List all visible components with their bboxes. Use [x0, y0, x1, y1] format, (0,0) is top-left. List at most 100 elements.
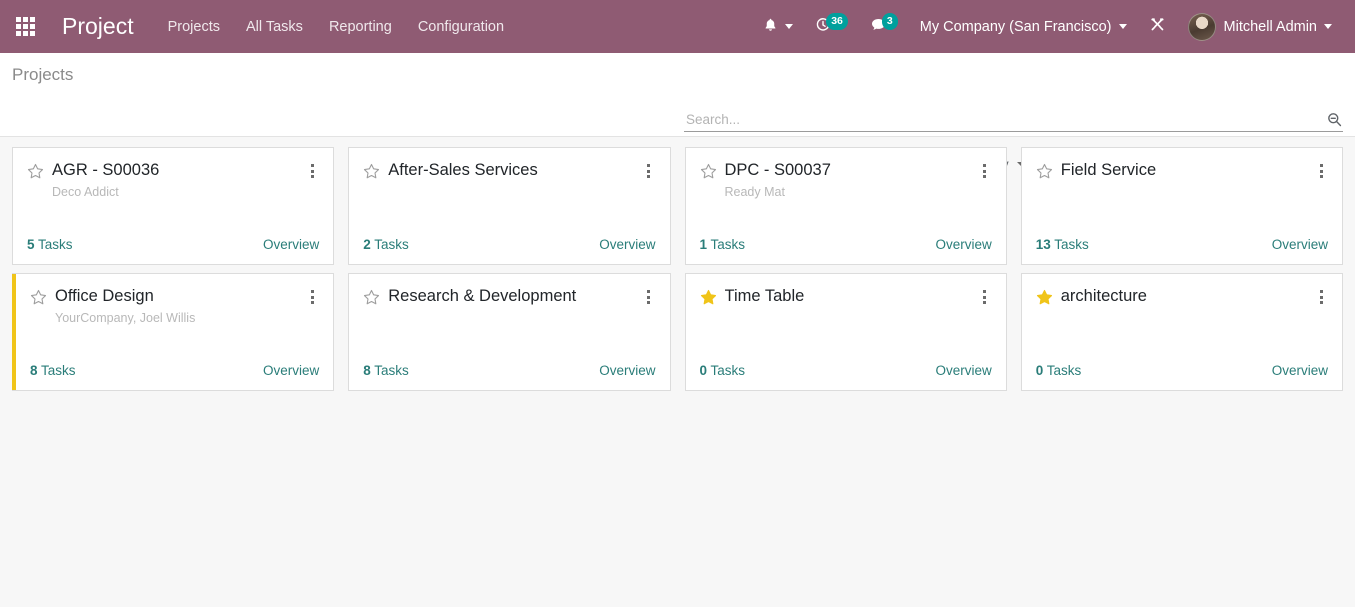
messages-menu[interactable]: 3 [859, 0, 909, 53]
card-overview-link[interactable]: Overview [935, 237, 991, 252]
card-footer: 0 Tasks Overview [1036, 363, 1328, 390]
tools-wrench-icon [1149, 16, 1166, 37]
card-overview-link[interactable]: Overview [263, 237, 319, 252]
card-title[interactable]: After-Sales Services [388, 160, 641, 180]
card-overview-link[interactable]: Overview [599, 363, 655, 378]
card-header: architecture [1036, 286, 1328, 307]
card-tasks-number: 5 [27, 237, 35, 252]
menu-item-configuration[interactable]: Configuration [418, 19, 504, 35]
card-overview-link[interactable]: Overview [935, 363, 991, 378]
card-menu-button[interactable] [978, 287, 992, 307]
card-overview-link[interactable]: Overview [1272, 363, 1328, 378]
star-outline-icon[interactable] [27, 163, 44, 180]
card-tasks-label: Tasks [1043, 363, 1081, 378]
card-footer: 0 Tasks Overview [700, 363, 992, 390]
card-tasks-count[interactable]: 13 Tasks [1036, 237, 1089, 252]
messages-count-badge: 3 [882, 13, 898, 30]
card-tasks-number: 8 [363, 363, 371, 378]
app-brand-title[interactable]: Project [62, 13, 134, 40]
card-overview-link[interactable]: Overview [1272, 237, 1328, 252]
card-tasks-label: Tasks [707, 237, 745, 252]
card-subtitle: YourCompany, Joel Willis [55, 311, 319, 325]
kanban-card[interactable]: architecture 0 Tasks Overview [1021, 273, 1343, 391]
menu-item-projects[interactable]: Projects [168, 19, 220, 35]
card-tasks-count[interactable]: 5 Tasks [27, 237, 73, 252]
apps-grid-icon[interactable] [8, 10, 42, 44]
card-footer: 5 Tasks Overview [27, 237, 319, 264]
search-input[interactable] [684, 112, 1320, 128]
search-view [684, 111, 1343, 132]
navbar-right-tools: 36 3 My Company (San Francisco) [752, 0, 1343, 53]
star-outline-icon[interactable] [30, 289, 47, 306]
card-title[interactable]: architecture [1061, 286, 1314, 306]
card-subtitle: Ready Mat [725, 185, 992, 199]
activities-count-badge: 36 [826, 13, 848, 30]
debug-tools-button[interactable] [1138, 0, 1177, 53]
card-menu-button[interactable] [1314, 287, 1328, 307]
company-switcher[interactable]: My Company (San Francisco) [909, 0, 1138, 53]
kanban-card[interactable]: Office Design YourCompany, Joel Willis 8 T… [12, 273, 334, 391]
chevron-down-icon [1324, 24, 1332, 29]
menu-item-all-tasks[interactable]: All Tasks [246, 19, 303, 35]
kanban-card[interactable]: Time Table 0 Tasks Overview [685, 273, 1007, 391]
star-outline-icon[interactable] [1036, 163, 1053, 180]
card-header: Office Design [30, 286, 319, 307]
card-tasks-label: Tasks [35, 237, 73, 252]
kanban-card[interactable]: Research & Development 8 Tasks Overview [348, 273, 670, 391]
card-title[interactable]: Field Service [1061, 160, 1314, 180]
card-color-stripe [12, 274, 16, 390]
card-tasks-count[interactable]: 8 Tasks [363, 363, 409, 378]
card-tasks-number: 13 [1036, 237, 1051, 252]
star-outline-icon[interactable] [363, 163, 380, 180]
magnifier-icon[interactable] [1320, 111, 1343, 128]
star-outline-icon[interactable] [700, 163, 717, 180]
card-menu-button[interactable] [642, 287, 656, 307]
kanban-card[interactable]: Field Service 13 Tasks Overview [1021, 147, 1343, 265]
chevron-down-icon [785, 24, 793, 29]
user-menu[interactable]: Mitchell Admin [1177, 0, 1343, 53]
card-title[interactable]: AGR - S00036 [52, 160, 305, 180]
menu-item-reporting[interactable]: Reporting [329, 19, 392, 35]
chevron-down-icon [1119, 24, 1127, 29]
breadcrumb[interactable]: Projects [12, 64, 73, 86]
company-name: My Company (San Francisco) [920, 19, 1112, 35]
card-header: Time Table [700, 286, 992, 307]
card-tasks-count[interactable]: 8 Tasks [30, 363, 76, 378]
card-overview-link[interactable]: Overview [599, 237, 655, 252]
bell-icon [763, 17, 778, 37]
card-tasks-label: Tasks [1051, 237, 1089, 252]
activities-menu[interactable]: 36 [804, 0, 859, 53]
star-outline-icon[interactable] [363, 289, 380, 306]
card-tasks-count[interactable]: 1 Tasks [700, 237, 746, 252]
card-menu-button[interactable] [978, 161, 992, 181]
card-menu-button[interactable] [642, 161, 656, 181]
kanban-card[interactable]: AGR - S00036Deco Addict5 TasksOverview [12, 147, 334, 265]
card-header: AGR - S00036 [27, 160, 319, 181]
card-footer: 8 Tasks Overview [363, 363, 655, 390]
card-title[interactable]: DPC - S00037 [725, 160, 978, 180]
card-tasks-count[interactable]: 2 Tasks [363, 237, 409, 252]
kanban-card[interactable]: After-Sales Services 2 Tasks Overview [348, 147, 670, 265]
card-menu-button[interactable] [305, 287, 319, 307]
notifications-menu[interactable] [752, 0, 804, 53]
card-tasks-label: Tasks [38, 363, 76, 378]
card-header: Field Service [1036, 160, 1328, 181]
card-tasks-label: Tasks [371, 237, 409, 252]
card-menu-button[interactable] [305, 161, 319, 181]
user-name: Mitchell Admin [1224, 19, 1317, 35]
control-panel: Projects CREATE IMPORT Filters [0, 53, 1355, 137]
card-title[interactable]: Research & Development [388, 286, 641, 306]
card-tasks-number: 1 [700, 237, 708, 252]
card-title[interactable]: Time Table [725, 286, 978, 306]
card-menu-button[interactable] [1314, 161, 1328, 181]
card-header: After-Sales Services [363, 160, 655, 181]
card-tasks-count[interactable]: 0 Tasks [700, 363, 746, 378]
kanban-card[interactable]: DPC - S00037 Ready Mat 1 Tasks Overview [685, 147, 1007, 265]
card-tasks-count[interactable]: 0 Tasks [1036, 363, 1082, 378]
main-menu: Projects All Tasks Reporting Configurati… [168, 19, 504, 35]
star-filled-icon[interactable] [1036, 289, 1053, 306]
card-title[interactable]: Office Design [55, 286, 305, 306]
star-filled-icon[interactable] [700, 289, 717, 306]
card-overview-link[interactable]: Overview [263, 363, 319, 378]
card-footer: 8 Tasks Overview [30, 363, 319, 390]
